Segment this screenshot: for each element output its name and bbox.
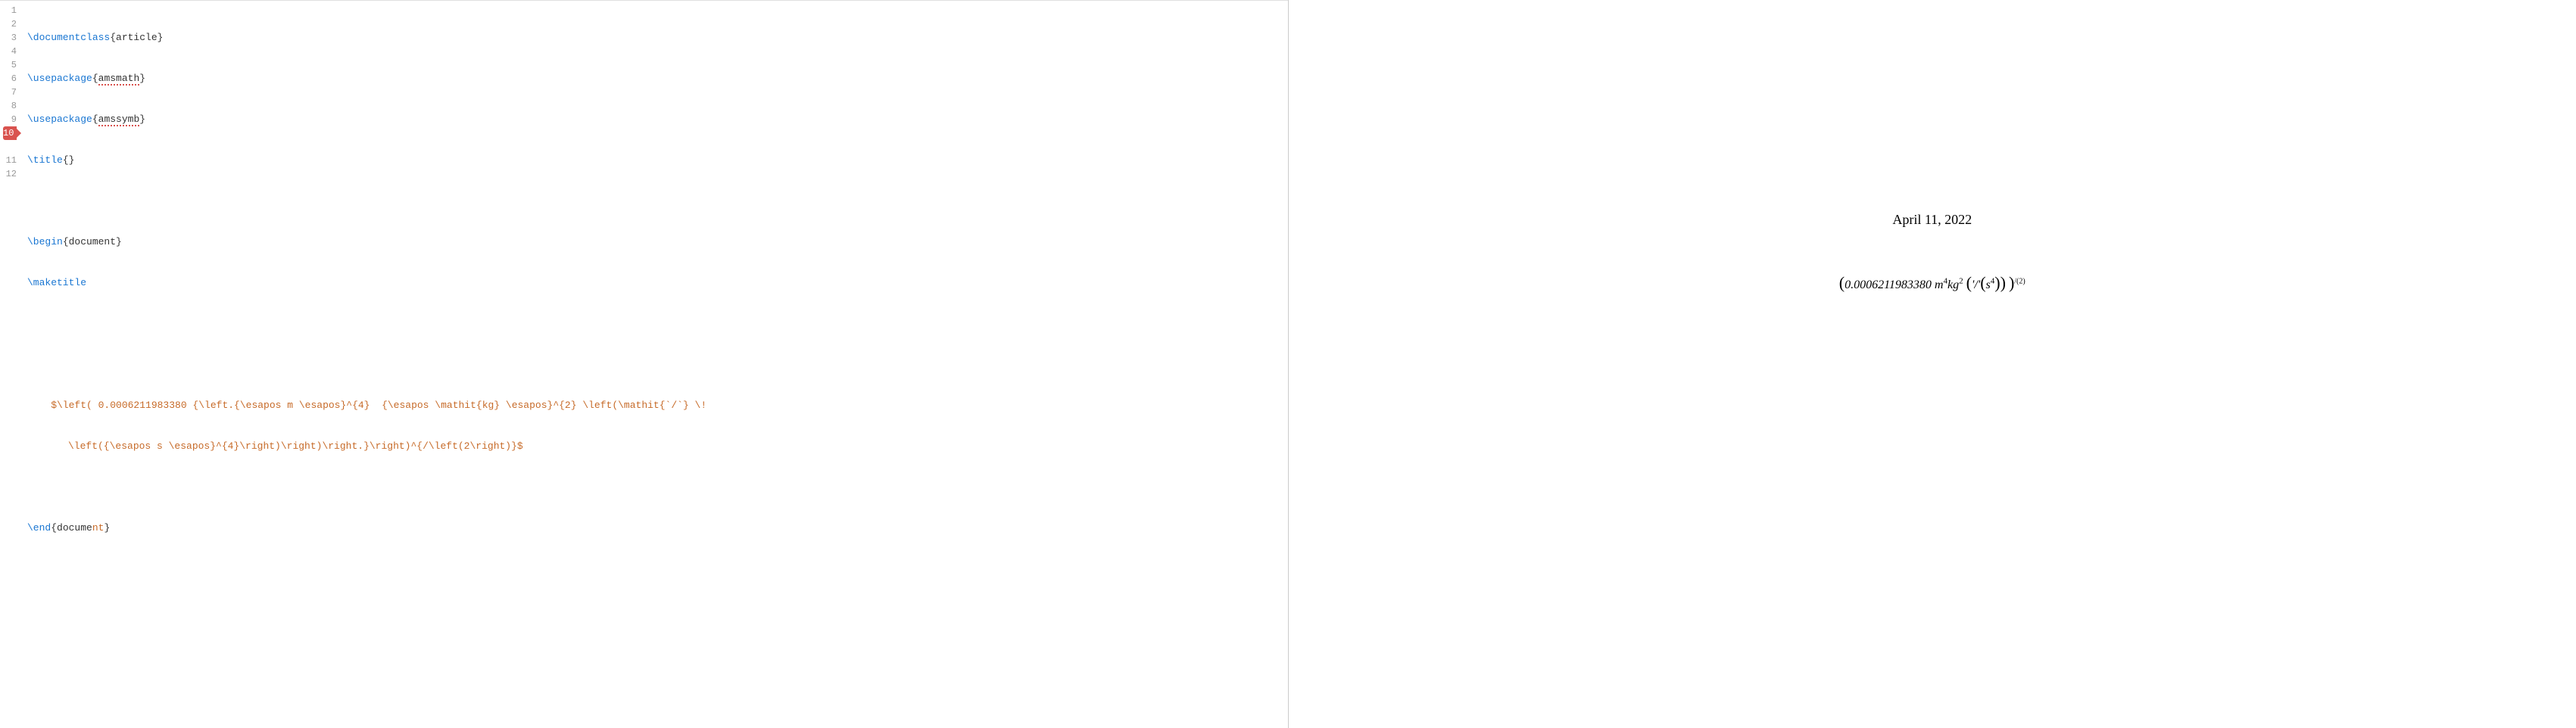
- preview-pane: April 11, 2022 (0.0006211983380 m4kg2 ('…: [1289, 0, 2576, 728]
- code-area[interactable]: 1 2 3 4 5 6 7 8 9 10 11 12 \documentclas…: [0, 1, 1288, 728]
- latex-arg: document: [69, 236, 116, 247]
- brace: }: [157, 32, 164, 43]
- preview-date: April 11, 2022: [1675, 212, 2190, 228]
- latex-arg: docume: [57, 522, 92, 534]
- brace: }: [104, 522, 110, 534]
- paren-open: (: [1839, 273, 1845, 292]
- code-line[interactable]: [23, 358, 1288, 372]
- code-line[interactable]: [23, 194, 1288, 208]
- code-line[interactable]: [23, 317, 1288, 331]
- latex-math: \left({\esapos s \esapos}^{4}\right)\rig…: [68, 440, 523, 452]
- code-line[interactable]: \title{}: [23, 154, 1288, 167]
- latex-command: \title: [27, 154, 63, 166]
- paren-open: (: [1980, 273, 1985, 292]
- editor-pane: 1 2 3 4 5 6 7 8 9 10 11 12 \documentclas…: [0, 0, 1289, 728]
- formula-m: m: [1935, 278, 1944, 291]
- brace: }: [69, 154, 75, 166]
- formula-number: 0.0006211983380: [1845, 278, 1932, 291]
- code-line-wrapped[interactable]: \left({\esapos s \esapos}^{4}\right)\rig…: [23, 440, 1288, 453]
- brace: }: [139, 73, 145, 84]
- brace: {: [110, 32, 116, 43]
- gutter-line: 2: [0, 17, 17, 31]
- code-line[interactable]: [23, 481, 1288, 494]
- brace: }: [116, 236, 122, 247]
- gutter-line: 12: [0, 167, 17, 181]
- latex-command: \begin: [27, 236, 63, 247]
- brace: }: [139, 114, 145, 125]
- code-line[interactable]: \maketitle: [23, 276, 1288, 290]
- code-line[interactable]: \usepackage{amssymb}: [23, 113, 1288, 126]
- formula-kg-exp: 2: [1959, 277, 1963, 286]
- latex-command: \maketitle: [27, 277, 86, 288]
- formula-outer-exp: /(2): [2014, 278, 2025, 286]
- code-line[interactable]: \usepackage{amsmath}: [23, 72, 1288, 86]
- gutter-line: 5: [0, 58, 17, 72]
- gutter-line: 11: [0, 154, 17, 167]
- code-line[interactable]: $\left( 0.0006211983380 {\left.{\esapos …: [23, 399, 1288, 412]
- code-line[interactable]: \end{document}: [23, 521, 1288, 535]
- latex-arg: amsmath: [98, 73, 140, 86]
- code-content[interactable]: \documentclass{article} \usepackage{amsm…: [23, 1, 1288, 728]
- paren-open: (: [1966, 273, 1972, 292]
- gutter-line-error[interactable]: 10: [3, 126, 17, 140]
- gutter-line: 6: [0, 72, 17, 86]
- gutter-line: 7: [0, 86, 17, 99]
- formula-kg: kg: [1948, 278, 1959, 291]
- gutter-line: 1: [0, 4, 17, 17]
- brace: {: [92, 73, 98, 84]
- preview-formula: (0.0006211983380 m4kg2 ('/'(s4)) )/(2): [1675, 273, 2190, 293]
- gutter-line: [0, 140, 17, 154]
- latex-arg: amssymb: [98, 114, 140, 126]
- latex-arg: article: [116, 32, 157, 43]
- brace: {: [63, 236, 69, 247]
- code-line[interactable]: \documentclass{article}: [23, 31, 1288, 45]
- code-line[interactable]: \begin{document}: [23, 235, 1288, 249]
- brace: {: [51, 522, 57, 534]
- latex-command: \usepackage: [27, 73, 92, 84]
- brace: {: [92, 114, 98, 125]
- paren-close: ): [2001, 273, 2006, 292]
- preview-content: April 11, 2022 (0.0006211983380 m4kg2 ('…: [1629, 0, 2235, 323]
- gutter-line: 4: [0, 45, 17, 58]
- paren-close: ): [1994, 273, 2000, 292]
- latex-command: \end: [27, 522, 51, 534]
- formula-inner: '/': [1972, 278, 1980, 291]
- gutter-line: 3: [0, 31, 17, 45]
- gutter-line: 9: [0, 113, 17, 126]
- gutter-line: 8: [0, 99, 17, 113]
- latex-command: \usepackage: [27, 114, 92, 125]
- latex-arg-partial: nt: [92, 522, 104, 534]
- brace: {: [63, 154, 69, 166]
- latex-command: \documentclass: [27, 32, 110, 43]
- line-gutter: 1 2 3 4 5 6 7 8 9 10 11 12: [0, 1, 23, 728]
- latex-math: $\left( 0.0006211983380 {\left.{\esapos …: [27, 400, 706, 411]
